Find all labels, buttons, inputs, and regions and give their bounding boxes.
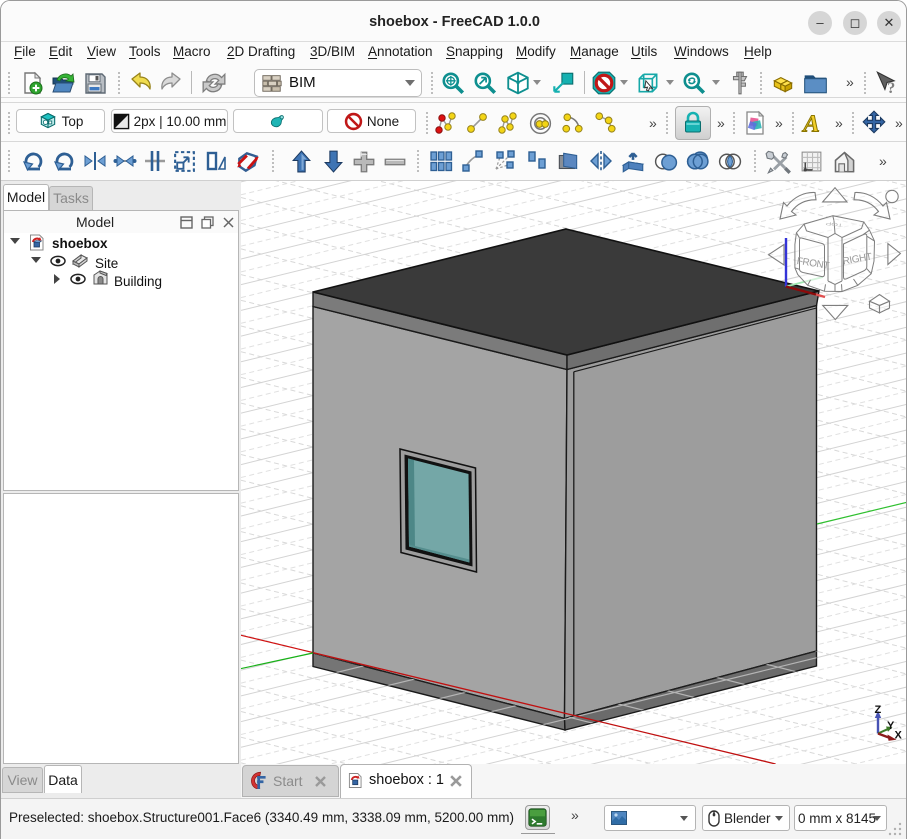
svg-text:Z: Z (875, 704, 882, 716)
svg-text:?: ? (887, 79, 895, 96)
svg-text:A: A (801, 111, 820, 137)
svg-text:X: X (895, 730, 903, 742)
